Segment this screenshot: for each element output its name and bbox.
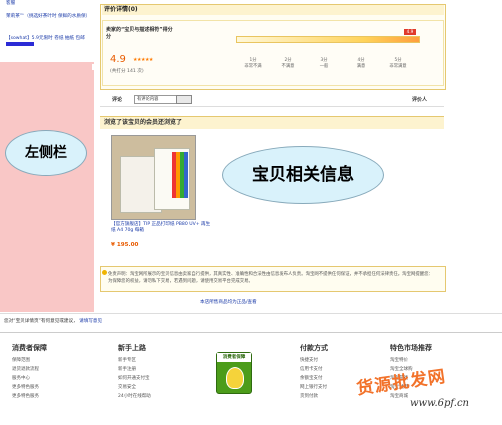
sidebar-notch (92, 64, 96, 70)
footer-column-title: 付款方式 (300, 344, 328, 352)
footer-link[interactable]: 交易安全 (118, 384, 136, 392)
product-image[interactable] (111, 135, 196, 220)
divider (0, 313, 502, 314)
review-filter-select[interactable]: 有评论内容 (134, 95, 178, 104)
product-price: ¥ 195.00 (111, 242, 139, 248)
feedback-link[interactable]: 请填写意见 (79, 319, 102, 324)
watermark-url: www.6pf.cn (410, 398, 469, 409)
left-sidebar-callout: 左侧栏 (5, 130, 87, 176)
disclaimer-text: 免责声明：淘宝网所展示的宝贝信息由卖家自行提供，其真实性、准确性和合法性由信息发… (108, 272, 433, 284)
footer-link[interactable]: 余额宝支付 (300, 375, 323, 383)
consumer-guarantee-badge-icon[interactable]: 消费者保障 (216, 352, 252, 394)
star-rating-icon: ★★★★★ (133, 57, 153, 63)
rating-tick-label: 非常满意 (389, 64, 407, 69)
review-question-text: 卖家的“宝贝与描述相符”得分 (106, 27, 173, 33)
sidebar-link-2[interactable]: 【sowhat】5.9元限时 卷纸 抽纸 包邮 (6, 36, 90, 49)
sidebar-top-link[interactable]: 客服 (6, 0, 15, 6)
footer-link[interactable]: 24小时在线帮助 (118, 393, 151, 401)
review-score: 4.9 (110, 54, 126, 65)
footer-column-title: 新手上路 (118, 344, 146, 352)
footer-link[interactable]: 退货退款流程 (12, 366, 39, 374)
footer-link[interactable]: 保障范围 (12, 357, 30, 365)
product-stripe-graphic (184, 152, 188, 198)
divider (0, 332, 502, 333)
rating-tick-label: 非常不满 (244, 64, 262, 69)
info-bulb-icon (102, 270, 107, 275)
review-question: 卖家的“宝贝与描述相符”得分 分 (106, 26, 173, 40)
product-info-callout: 宝贝相关信息 (222, 146, 384, 204)
footer-link[interactable]: 货到付款 (300, 393, 318, 401)
rating-tick-label: 满意 (356, 64, 366, 69)
rating-tick: 5分 非常满意 (378, 58, 418, 70)
feedback-text: 您对“宝贝详情页”有何意见或建议， (4, 319, 78, 324)
product-name-link[interactable]: 【官方旗舰店】TIP 正品打印纸 PB80 UV+ 再生纸 A4 70g 每箱 (111, 222, 211, 234)
footer-link[interactable]: 网上银行支付 (300, 384, 327, 392)
review-section-title: 评价详情(0) (102, 5, 444, 15)
authentic-goods-link[interactable]: 本店所售商品均为正品/查看 (200, 299, 257, 305)
badge-label: 消费者保障 (217, 353, 251, 362)
footer-link[interactable]: 新手注册 (118, 366, 136, 374)
footer-column-title: 消费者保障 (12, 344, 47, 352)
footer-link[interactable]: 服务中心 (12, 375, 30, 383)
rating-tick-label: 一般 (319, 64, 329, 69)
review-count: (共打分 141 次) (110, 69, 144, 74)
footer-link[interactable]: 如何开通支付宝 (118, 375, 150, 383)
filter-submit-button[interactable] (176, 95, 192, 104)
sidebar-top-panel (0, 0, 94, 62)
feedback-row: 您对“宝贝详情页”有何意见或建议， 请填写意见 (4, 318, 102, 324)
footer-link[interactable]: 淘宝特价 (390, 357, 408, 365)
rating-tick: 2分 不满意 (268, 58, 308, 70)
rating-tick: 4分 满意 (341, 58, 381, 70)
review-question-unit: 分 (106, 34, 112, 40)
viewed-also-title: 浏览了该宝贝的会员还浏览了 (100, 116, 444, 129)
badge-figure-icon (226, 367, 244, 389)
sidebar-link-2-label[interactable]: 【sowhat】5.9元限时 卷纸 抽纸 包邮 (6, 36, 85, 41)
footer-link[interactable]: 信用卡支付 (300, 366, 323, 374)
rating-scale-bar (236, 36, 420, 43)
filter-label: 评论 (112, 97, 123, 103)
footer-link[interactable]: 新手专区 (118, 357, 136, 365)
footer-link[interactable]: 更多特色服务 (12, 393, 39, 401)
sidebar-link-1[interactable]: 茉莉茶™（挑选好茶叶时 保鲜的水质保） (6, 14, 90, 20)
rating-tick: 1分 非常不满 (233, 58, 273, 70)
footer-link[interactable]: 快捷支付 (300, 357, 318, 365)
rating-tick: 3分 一般 (304, 58, 344, 70)
rating-marker-badge: 4.9 (404, 29, 416, 35)
reviewer-column-header: 评价人 (412, 97, 428, 103)
footer-link[interactable]: 更多特色服务 (12, 384, 39, 392)
sidebar-highlight-bar (6, 42, 34, 46)
footer-column-title: 特色市场推荐 (390, 344, 432, 352)
rating-tick-label: 不满意 (281, 64, 295, 69)
